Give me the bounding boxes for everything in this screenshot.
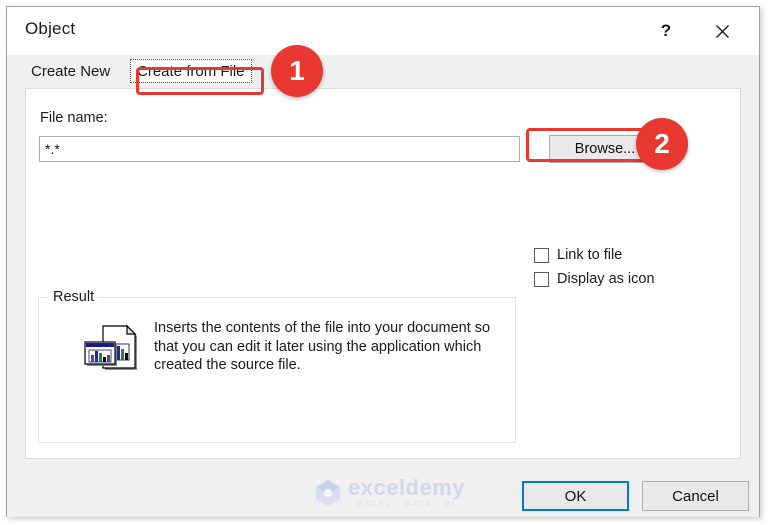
dialog-titlebar: Object ? bbox=[7, 7, 759, 55]
help-button[interactable]: ? bbox=[645, 13, 687, 49]
file-name-input[interactable] bbox=[39, 136, 520, 162]
result-description: Inserts the contents of the file into yo… bbox=[154, 320, 491, 373]
checkbox-box-icon bbox=[534, 247, 549, 263]
checkbox-link-to-file-label: Link to file bbox=[557, 247, 623, 263]
exceldemy-logo-icon bbox=[316, 480, 340, 506]
cancel-button[interactable]: Cancel bbox=[642, 481, 749, 511]
browse-button-label: Browse... bbox=[574, 141, 636, 157]
watermark-tagline: EXCEL · DATA · BI bbox=[357, 499, 456, 508]
ok-button-label: OK bbox=[564, 487, 587, 505]
tab-create-new-label: Create New bbox=[31, 62, 111, 80]
checkbox-box-icon bbox=[534, 271, 549, 287]
close-icon bbox=[715, 24, 729, 38]
watermark-text: exceldemy EXCEL · DATA · BI bbox=[348, 477, 465, 509]
cancel-button-label: Cancel bbox=[672, 487, 719, 505]
checkbox-link-to-file[interactable]: Link to file bbox=[534, 247, 622, 263]
object-dialog: Object ? Create New Create from File Fil… bbox=[6, 6, 760, 517]
tab-create-from-file-label: Create from File bbox=[137, 62, 245, 80]
dialog-title: Object bbox=[25, 19, 76, 38]
screenshot-root: Object ? Create New Create from File Fil… bbox=[0, 0, 768, 525]
checkbox-display-as-icon-label: Display as icon bbox=[557, 271, 655, 287]
tab-strip: Create New Create from File bbox=[7, 55, 759, 87]
checkbox-display-as-icon[interactable]: Display as icon bbox=[534, 271, 655, 287]
ok-button[interactable]: OK bbox=[522, 481, 629, 511]
file-name-label: File name: bbox=[40, 110, 108, 126]
browse-button[interactable]: Browse... bbox=[549, 135, 661, 163]
dialog-body: Create New Create from File File name: B… bbox=[7, 55, 759, 517]
watermark-name: exceldemy bbox=[348, 475, 466, 500]
result-groupbox: Result Inserts the contents of the file … bbox=[38, 289, 516, 443]
tab-create-from-file[interactable]: Create from File bbox=[130, 59, 252, 83]
tab-content-panel: File name: Browse... Link to file Displa… bbox=[25, 88, 741, 459]
exceldemy-watermark: exceldemy EXCEL · DATA · BI bbox=[315, 477, 465, 509]
question-mark-icon: ? bbox=[660, 21, 672, 40]
document-with-chart-icon bbox=[84, 324, 137, 370]
result-content: Inserts the contents of the file into yo… bbox=[39, 298, 515, 442]
close-button[interactable] bbox=[701, 13, 743, 49]
tab-create-new[interactable]: Create New bbox=[25, 59, 116, 83]
